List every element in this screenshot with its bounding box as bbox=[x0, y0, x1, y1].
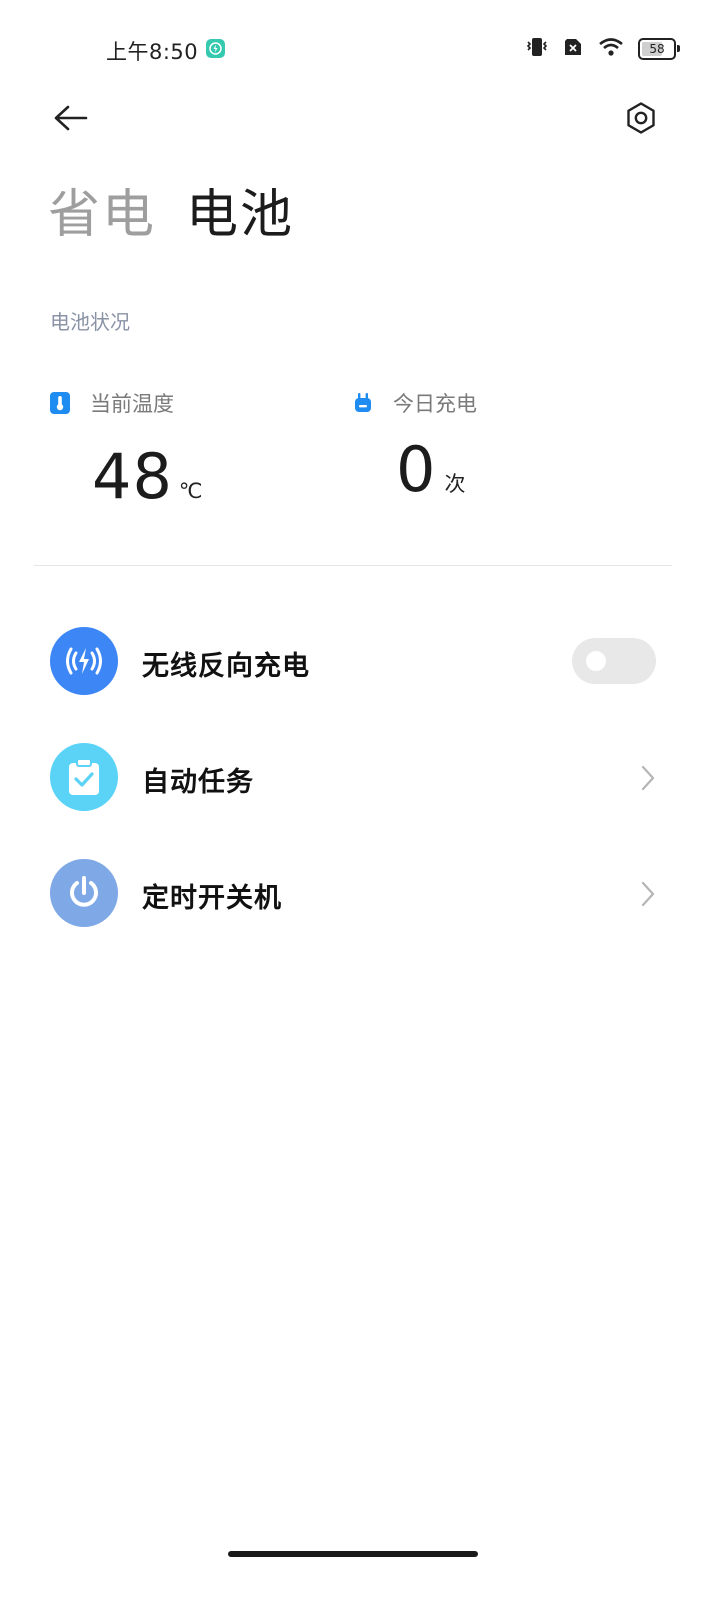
thermometer-icon bbox=[50, 392, 70, 414]
status-icons: 58 bbox=[526, 36, 680, 62]
tab-power-saving[interactable]: 省电 bbox=[48, 172, 156, 247]
menu-item-label: 自动任务 bbox=[142, 767, 254, 798]
chevron-right-icon bbox=[636, 879, 660, 909]
status-time: 上午8:50 bbox=[106, 40, 199, 64]
section-title: 电池状况 bbox=[50, 310, 130, 334]
menu-item-scheduled-power[interactable]: 定时开关机 bbox=[0, 842, 720, 946]
menu-item-auto-tasks[interactable]: 自动任务 bbox=[0, 726, 720, 830]
toggle-knob bbox=[586, 651, 606, 671]
plug-icon bbox=[353, 392, 373, 414]
charges-label: 今日充电 bbox=[393, 392, 477, 416]
menu-item-label: 无线反向充电 bbox=[142, 651, 310, 682]
power-icon bbox=[50, 859, 118, 927]
arrow-left-icon bbox=[54, 105, 88, 131]
charges-value: 0 bbox=[396, 433, 437, 506]
vibrate-icon bbox=[526, 36, 548, 62]
chevron-right-icon bbox=[636, 763, 660, 793]
temperature-value: 48 bbox=[92, 440, 173, 513]
temperature-label: 当前温度 bbox=[90, 392, 174, 416]
menu-item-wireless-reverse-charging[interactable]: 无线反向充电 bbox=[0, 610, 720, 714]
battery-icon: 58 bbox=[638, 38, 680, 60]
temperature-unit: ℃ bbox=[178, 479, 203, 503]
charges-stat: 今日充电 bbox=[353, 388, 477, 418]
sim-off-icon bbox=[562, 36, 584, 62]
wireless-charging-toggle[interactable] bbox=[572, 638, 656, 684]
menu-item-label: 定时开关机 bbox=[142, 883, 282, 914]
tab-battery[interactable]: 电池 bbox=[186, 172, 294, 247]
charges-reading: 0 次 bbox=[396, 433, 465, 506]
charging-app-icon bbox=[206, 39, 225, 58]
battery-level: 58 bbox=[649, 42, 665, 56]
settings-icon bbox=[627, 102, 655, 134]
wireless-charging-icon bbox=[50, 627, 118, 695]
home-indicator[interactable] bbox=[228, 1551, 478, 1557]
back-button[interactable] bbox=[44, 96, 96, 140]
wifi-icon bbox=[598, 36, 624, 62]
temperature-stat: 当前温度 bbox=[50, 388, 174, 418]
clipboard-check-icon bbox=[50, 743, 118, 811]
divider bbox=[34, 565, 672, 566]
temperature-reading: 48 ℃ bbox=[92, 440, 203, 513]
charges-unit: 次 bbox=[444, 472, 466, 496]
settings-button[interactable] bbox=[618, 96, 664, 140]
